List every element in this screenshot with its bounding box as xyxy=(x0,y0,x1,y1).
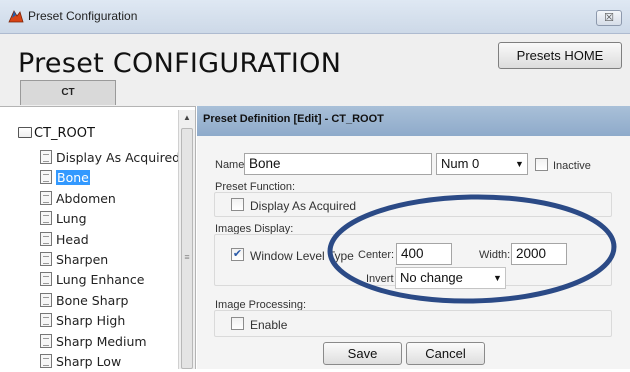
document-icon xyxy=(40,333,52,348)
tree-item[interactable]: Lung xyxy=(40,211,87,229)
document-icon xyxy=(40,354,52,368)
tree-item-label: Sharpen xyxy=(56,252,109,267)
tree-item[interactable]: Abdomen xyxy=(40,190,116,209)
tree-item[interactable]: Bone Sharp xyxy=(40,292,129,311)
grip-icon: ≡ xyxy=(184,252,190,262)
close-button[interactable]: ☒ xyxy=(596,10,622,26)
document-icon xyxy=(40,272,52,287)
presets-home-button[interactable]: Presets HOME xyxy=(498,42,622,69)
enable-label: Enable xyxy=(250,318,288,332)
document-icon xyxy=(40,211,52,226)
name-input[interactable]: Bone xyxy=(244,153,432,175)
tab-ct[interactable]: CT xyxy=(20,80,116,105)
inactive-label: Inactive xyxy=(553,160,591,172)
tree-root[interactable]: CT_ROOT xyxy=(18,126,95,141)
annotation-ellipse xyxy=(327,194,617,304)
tree-item[interactable]: Head xyxy=(40,231,89,250)
tree-item-label: Lung Enhance xyxy=(56,272,145,288)
tree-item[interactable]: Lung Enhance xyxy=(40,272,144,290)
window-level-checkbox[interactable]: ✔ xyxy=(231,248,244,261)
panel-header: Preset Definition [Edit] - CT_ROOT xyxy=(197,106,630,136)
display-as-acquired-checkbox[interactable] xyxy=(231,198,244,211)
page-title: Preset CONFIGURATION xyxy=(18,48,342,79)
chevron-down-icon: ▼ xyxy=(515,159,524,169)
folder-icon xyxy=(18,127,32,138)
enable-checkbox[interactable] xyxy=(231,317,244,330)
document-icon xyxy=(40,252,52,266)
tree-item-label: Bone Sharp xyxy=(56,292,129,308)
tree-item-label: Abdomen xyxy=(56,190,116,206)
preset-tree: CT_ROOT Display As Acquired Bone Abdomen Lu… xyxy=(0,106,196,369)
num-select-value: Num 0 xyxy=(441,156,480,171)
tree-item[interactable]: Sharp Medium xyxy=(40,333,147,352)
document-icon xyxy=(40,292,52,307)
document-icon xyxy=(40,150,52,164)
tree-item-label: Display As Acquired xyxy=(56,150,181,165)
tree-item[interactable]: Sharpen xyxy=(40,252,108,270)
tree-item-label: Sharp High xyxy=(56,313,126,329)
tree-item[interactable]: Sharp Low xyxy=(40,354,121,372)
document-icon xyxy=(40,231,52,246)
app-icon xyxy=(8,10,24,23)
tree-item-label: Head xyxy=(56,231,89,247)
scroll-thumb[interactable]: ≡ xyxy=(181,128,193,369)
tree-item[interactable]: Bone xyxy=(40,170,90,188)
tree-item-label: Sharp Medium xyxy=(56,333,147,349)
tree-item-label: Sharp Low xyxy=(56,354,122,369)
tree-item-label: Lung xyxy=(56,211,87,227)
scroll-up-arrow-icon[interactable]: ▲ xyxy=(179,110,195,126)
title-bar: Preset Configuration ☒ xyxy=(0,0,630,34)
inactive-checkbox[interactable] xyxy=(535,158,548,171)
tree-item[interactable]: Sharp High xyxy=(40,313,125,331)
tree-item-label: Bone xyxy=(56,170,90,186)
cancel-button[interactable]: Cancel xyxy=(406,342,485,365)
window-title: Preset Configuration xyxy=(28,9,138,23)
name-label: Name xyxy=(215,159,245,171)
document-icon xyxy=(40,313,52,328)
document-icon xyxy=(40,170,52,185)
save-button[interactable]: Save xyxy=(323,342,402,365)
document-icon xyxy=(40,190,52,205)
tree-item[interactable]: Display As Acquired xyxy=(40,150,180,168)
tree-root-label: CT_ROOT xyxy=(34,126,95,141)
tree-scrollbar[interactable]: ▲ ≡ xyxy=(178,110,195,369)
